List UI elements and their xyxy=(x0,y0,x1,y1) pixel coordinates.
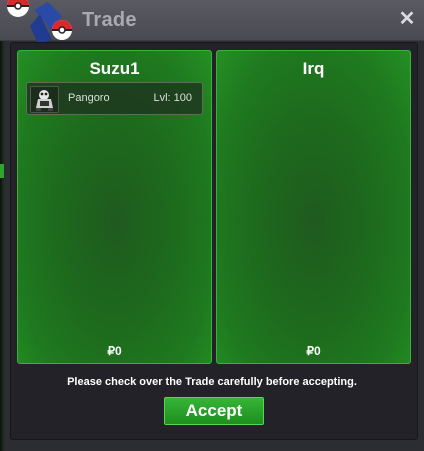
background-edge xyxy=(0,40,5,451)
item-level: Lvl: 100 xyxy=(153,92,192,104)
left-player-name: Suzu1 xyxy=(89,59,140,78)
right-money: ₽0 xyxy=(306,344,321,358)
close-icon[interactable]: ✕ xyxy=(398,9,416,29)
item-name: Pangoro xyxy=(68,92,110,104)
left-money: ₽0 xyxy=(107,344,122,358)
window-title: Trade xyxy=(82,9,137,31)
trade-notice: Please check over the Trade carefully be… xyxy=(67,376,357,388)
trade-item[interactable]: Pangoro Lvl: 100 xyxy=(26,82,203,115)
accept-button[interactable]: Accept xyxy=(164,397,264,425)
right-player-name: Irq xyxy=(302,59,325,78)
pangoro-sprite-icon xyxy=(30,86,59,113)
trade-panel-right: Irq ₽0 xyxy=(216,50,411,364)
trade-panel-left: Suzu1 Pangoro Lvl: 100 ₽0 xyxy=(17,50,212,364)
trade-window: Trade ✕ Suzu1 Pangoro Lvl: 100 ₽0 Irq ₽0… xyxy=(0,0,424,451)
background-edge-marker xyxy=(0,164,4,178)
pokeball-logo-icon xyxy=(7,0,72,44)
